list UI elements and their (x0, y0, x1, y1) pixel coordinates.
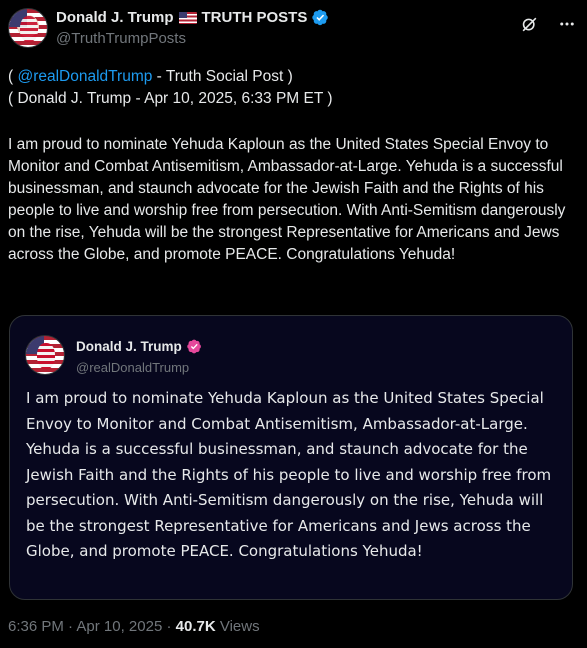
grok-icon[interactable] (519, 14, 539, 34)
author-handle[interactable]: @TruthTrumpPosts (56, 30, 329, 47)
post-date[interactable]: Apr 10, 2025 (76, 618, 162, 635)
views-count[interactable]: 40.7K (176, 618, 216, 635)
truth-verified-badge-icon (187, 339, 201, 354)
footer-separator-2: · (162, 618, 176, 635)
verified-badge-icon (312, 9, 329, 26)
author-names: Donald J. Trump TRUTH POSTS @TruthTrumpP… (56, 9, 329, 47)
post-time[interactable]: 6:36 PM (8, 618, 64, 635)
author-avatar[interactable] (8, 8, 48, 48)
avatar-face (20, 16, 38, 42)
mention-link[interactable]: @realDonaldTrump (17, 68, 152, 85)
header-actions (519, 14, 577, 34)
quoted-post-card[interactable]: Donald J. Trump @realDonaldTrump I am pr… (9, 315, 573, 600)
footer-separator: · (63, 618, 77, 635)
quoted-author-name-text: Donald J. Trump (76, 339, 182, 354)
post-header: Donald J. Trump TRUTH POSTS @TruthTrumpP… (8, 8, 579, 52)
post-footer: 6:36 PM · Apr 10, 2025 · 40.7K Views (8, 618, 260, 635)
views-label: Views (215, 618, 260, 635)
source-info: ( @realDonaldTrump - Truth Social Post )… (8, 66, 333, 110)
quoted-author-handle[interactable]: @realDonaldTrump (76, 360, 189, 375)
quoted-author-name[interactable]: Donald J. Trump (76, 339, 202, 354)
us-flag-icon (178, 11, 197, 24)
quoted-author-avatar[interactable] (25, 335, 65, 375)
post-text: I am proud to nominate Yehuda Kaploun as… (8, 136, 566, 263)
quoted-post-text: I am proud to nominate Yehuda Kaploun as… (26, 389, 552, 560)
author-display-name[interactable]: Donald J. Trump TRUTH POSTS (56, 9, 329, 26)
source-line-1: ( @realDonaldTrump - Truth Social Post ) (8, 66, 333, 88)
author-name-suffix: TRUTH POSTS (201, 9, 308, 26)
source-line-1-rest: - Truth Social Post ) (152, 68, 293, 85)
avatar-face (37, 343, 55, 369)
more-horizontal-icon[interactable] (557, 14, 577, 34)
source-line-2: ( Donald J. Trump - Apr 10, 2025, 6:33 P… (8, 90, 333, 107)
author-name-text: Donald J. Trump (56, 9, 174, 26)
